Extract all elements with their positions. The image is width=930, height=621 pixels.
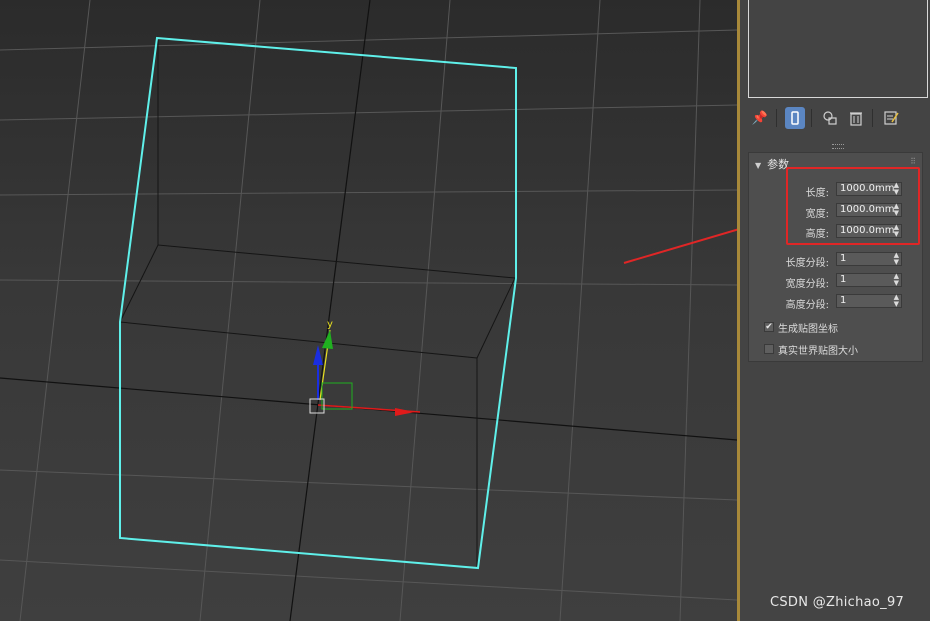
gizmo-y-label: y: [327, 319, 333, 330]
gen-mapping-coords-checkbox[interactable]: ✔: [764, 322, 774, 332]
grid-center-axes: [0, 0, 737, 621]
make-unique-button[interactable]: [820, 107, 840, 129]
spinner-arrows-icon[interactable]: ▲ ▼: [894, 294, 899, 308]
rollout-header[interactable]: ▼ 参数: [755, 156, 789, 172]
collapse-arrow-icon: ▼: [755, 161, 762, 170]
panel-drag-handle[interactable]: [832, 144, 844, 149]
perspective-viewport[interactable]: y: [0, 0, 737, 621]
configure-icon: [884, 111, 899, 125]
height-segs-label: 高度分段:: [785, 300, 829, 311]
remove-modifier-button[interactable]: [846, 107, 866, 129]
pin-icon: 📌: [751, 110, 769, 126]
configure-modifier-sets-button[interactable]: [881, 107, 901, 129]
width-segs-label: 宽度分段:: [785, 279, 829, 290]
gen-mapping-coords-label: 生成贴图坐标: [778, 324, 838, 335]
remove-modifier-icon: [850, 112, 862, 126]
spinner-arrows-icon[interactable]: ▲ ▼: [894, 273, 899, 287]
toolbar-separator: [811, 109, 812, 127]
width-segs-spinner[interactable]: 1 ▲ ▼: [836, 273, 902, 287]
viewport-canvas[interactable]: y: [0, 0, 737, 621]
home-grid: [0, 0, 737, 621]
command-panel: 📌 ▼ 参数 ⠿ 长度: 1000.0mm ▲ ▼ 宽度: 1000.0mm ▲ ▼ 高度…: [740, 0, 930, 621]
height-segs-spinner[interactable]: 1 ▲ ▼: [836, 294, 902, 308]
pin-stack-button[interactable]: 📌: [750, 107, 770, 129]
watermark: CSDN @Zhichao_97: [770, 595, 905, 610]
toolbar-separator: [872, 109, 873, 127]
modifier-stack-icon: [791, 111, 799, 125]
annotation-arrow: [623, 228, 737, 264]
real-world-map-size-checkbox[interactable]: [764, 344, 774, 354]
make-unique-icon: [823, 111, 837, 125]
modifier-list-box[interactable]: [748, 0, 928, 98]
real-world-map-size-label: 真实世界贴图大小: [778, 346, 858, 357]
show-end-result-button[interactable]: [785, 107, 805, 129]
length-segs-label: 长度分段:: [785, 258, 829, 269]
rollout-grip-icon: ⠿: [910, 157, 916, 166]
spinner-arrows-icon[interactable]: ▲ ▼: [894, 252, 899, 266]
toolbar-separator: [776, 109, 777, 127]
length-segs-spinner[interactable]: 1 ▲ ▼: [836, 252, 902, 266]
dimension-highlight-box: [786, 167, 920, 245]
